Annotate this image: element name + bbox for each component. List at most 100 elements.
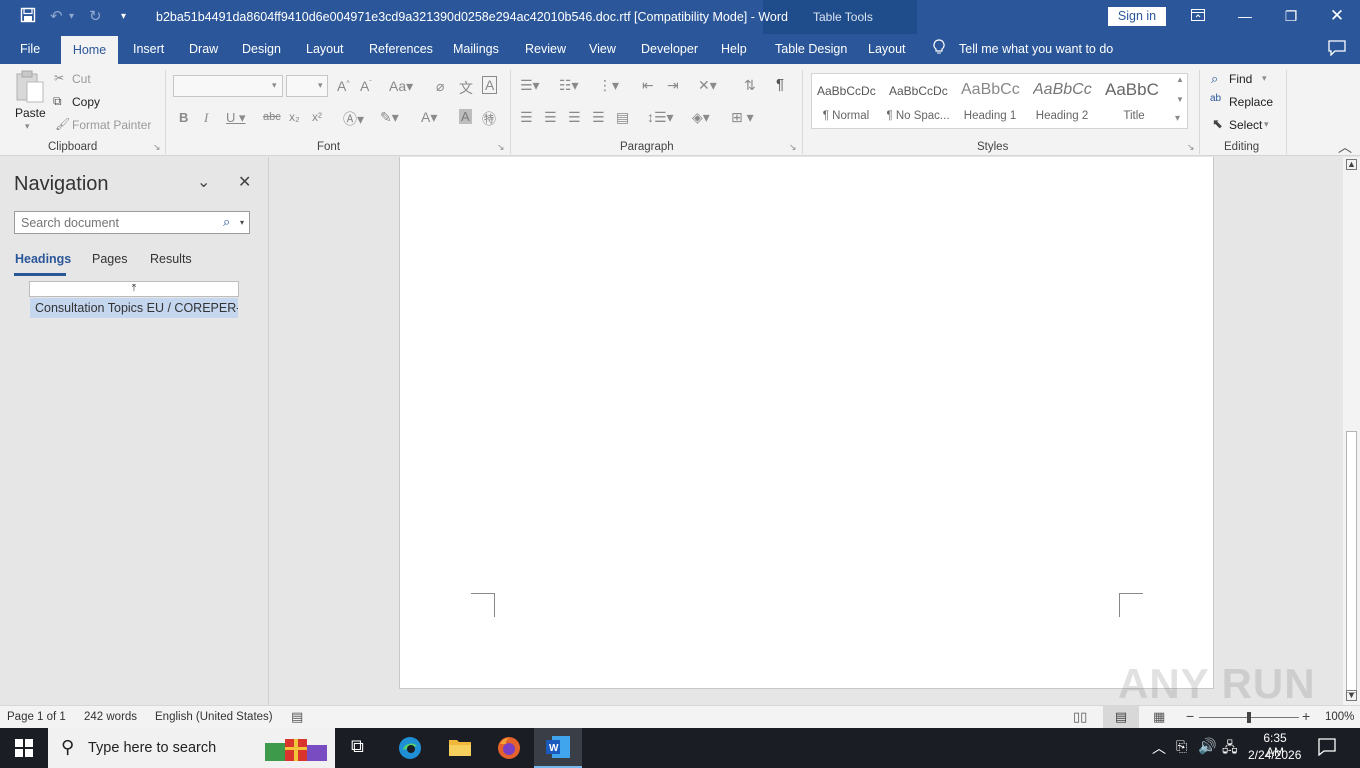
shading-icon[interactable]: ◈▾ [692, 109, 710, 126]
meet-now-icon[interactable]: ⎘ [1176, 738, 1187, 755]
strikethrough-icon[interactable]: abc [263, 111, 281, 123]
styles-launcher-icon[interactable]: ↘ [1187, 142, 1195, 153]
decrease-indent-icon[interactable]: ⇤ [642, 77, 654, 94]
tab-view[interactable]: View [589, 42, 616, 56]
increase-indent-icon[interactable]: ⇥ [667, 77, 679, 94]
format-painter-button[interactable]: Format Painter [72, 118, 151, 132]
search-dropdown-icon[interactable]: ▾ [240, 218, 244, 227]
tab-draw[interactable]: Draw [189, 42, 218, 56]
accessibility-icon[interactable]: ▤ [291, 709, 303, 725]
restore-icon[interactable]: ❐ [1281, 6, 1301, 26]
style-no-spacing[interactable]: AaBbCcDc ¶ No Spac... [885, 76, 951, 126]
zoom-slider-thumb[interactable] [1247, 712, 1251, 723]
bullets-icon[interactable]: ☰▾ [520, 77, 540, 94]
minimize-icon[interactable]: — [1235, 6, 1255, 26]
borders-icon[interactable]: ⊞ ▾ [731, 109, 754, 126]
notifications-icon[interactable] [1318, 738, 1336, 759]
font-name-box[interactable] [173, 75, 283, 97]
collapse-ribbon-icon[interactable]: ︿ [1338, 137, 1352, 157]
search-icon[interactable]: ⌕ [223, 214, 230, 230]
nav-tab-pages[interactable]: Pages [92, 252, 127, 266]
show-hidden-icons-icon[interactable]: ︿ [1152, 738, 1166, 758]
clipboard-launcher-icon[interactable]: ↘ [153, 142, 161, 153]
copy-button[interactable]: Copy [72, 95, 100, 109]
volume-icon[interactable]: 🔊 [1198, 737, 1217, 755]
asian-layout-icon[interactable]: ✕▾ [698, 77, 717, 94]
edge-icon[interactable] [398, 736, 422, 763]
style-normal[interactable]: AaBbCcDc ¶ Normal [813, 76, 879, 126]
zoom-level[interactable]: 100% [1325, 711, 1354, 723]
taskbar-search-box[interactable]: ⚲ Type here to search [48, 728, 335, 768]
clear-formatting-icon[interactable]: ⌀ [436, 78, 444, 95]
task-view-icon[interactable]: ⧉ [351, 736, 364, 757]
scroll-down-icon[interactable]: ▼ [1346, 690, 1357, 701]
phonetic-guide-icon[interactable]: 文 [459, 78, 473, 98]
word-taskbar-button[interactable]: W [534, 728, 582, 768]
font-color-icon[interactable]: A▾ [421, 109, 437, 126]
font-size-dropdown-icon[interactable]: ▾ [318, 80, 323, 91]
sign-in-button[interactable]: Sign in [1108, 7, 1166, 26]
style-heading-2[interactable]: AaBbCc Heading 2 [1029, 76, 1095, 126]
shrink-font-icon[interactable]: Aˇ [360, 78, 372, 94]
undo-icon[interactable]: ↶ [50, 7, 63, 25]
save-icon[interactable] [20, 7, 36, 27]
undo-dropdown-icon[interactable]: ▾ [69, 11, 74, 22]
grow-font-icon[interactable]: A^ [337, 78, 350, 94]
align-center-icon[interactable]: ☰ [544, 109, 557, 126]
search-document-input[interactable] [14, 211, 250, 234]
nav-options-chevron-icon[interactable]: ⌄ [197, 172, 210, 192]
tab-table-layout[interactable]: Layout [868, 42, 906, 56]
font-launcher-icon[interactable]: ↘ [497, 142, 505, 153]
select-button[interactable]: Select [1229, 118, 1262, 132]
style-title[interactable]: AaBbC Title [1101, 76, 1167, 126]
highlight-icon[interactable]: ✎▾ [380, 109, 399, 126]
tab-developer[interactable]: Developer [641, 42, 698, 56]
collapse-headings-bar[interactable]: ⤒ [29, 281, 239, 297]
tab-insert[interactable]: Insert [133, 42, 164, 56]
tab-home[interactable]: Home [61, 36, 118, 64]
cut-button[interactable]: Cut [72, 72, 91, 86]
zoom-out-icon[interactable]: − [1186, 708, 1194, 724]
tab-layout[interactable]: Layout [306, 42, 344, 56]
ribbon-display-options-icon[interactable] [1188, 6, 1208, 26]
select-dropdown-icon[interactable]: ▾ [1264, 119, 1269, 130]
tab-references[interactable]: References [369, 42, 433, 56]
styles-scroll-up-icon[interactable]: ▲ [1176, 75, 1184, 84]
web-layout-icon[interactable]: ▦ [1153, 709, 1165, 725]
distributed-icon[interactable]: ▤ [616, 109, 629, 126]
paste-dropdown-icon[interactable]: ▾ [25, 121, 30, 132]
paste-icon[interactable] [15, 70, 45, 107]
tab-help[interactable]: Help [721, 42, 747, 56]
character-shading-icon[interactable]: A [459, 109, 472, 124]
replace-button[interactable]: Replace [1229, 95, 1273, 109]
text-effects-icon[interactable]: Ⓐ▾ [343, 109, 364, 129]
scroll-thumb[interactable] [1346, 431, 1357, 693]
tab-file[interactable]: File [20, 42, 40, 56]
find-dropdown-icon[interactable]: ▾ [1262, 73, 1267, 84]
nav-tab-headings[interactable]: Headings [15, 252, 71, 266]
align-left-icon[interactable]: ☰ [520, 109, 533, 126]
vertical-scrollbar[interactable]: ▲ ▼ [1343, 157, 1360, 705]
subscript-icon[interactable]: x₂ [289, 110, 300, 124]
file-explorer-icon[interactable] [448, 737, 472, 760]
change-case-icon[interactable]: Aa▾ [389, 78, 413, 95]
justify-icon[interactable]: ☰ [592, 109, 605, 126]
paragraph-launcher-icon[interactable]: ↘ [789, 142, 797, 153]
gift-icon[interactable] [263, 733, 331, 766]
zoom-in-icon[interactable]: + [1302, 708, 1310, 724]
firefox-icon[interactable] [497, 736, 521, 763]
numbering-icon[interactable]: ☷▾ [559, 77, 579, 94]
show-formatting-marks-icon[interactable]: ¶ [776, 76, 784, 93]
read-mode-icon[interactable]: ▯▯ [1073, 709, 1087, 725]
windows-start-icon[interactable] [15, 739, 33, 760]
heading-item[interactable]: Consultation Topics EU / COREPER-... [30, 298, 238, 318]
network-icon[interactable]: 🖧 [1222, 737, 1238, 761]
nav-close-icon[interactable]: ✕ [238, 172, 251, 192]
styles-scroll-down-icon[interactable]: ▼ [1176, 95, 1184, 104]
sort-icon[interactable]: ⇅ [744, 77, 756, 94]
document-page[interactable] [399, 157, 1214, 689]
nav-tab-results[interactable]: Results [150, 252, 192, 266]
style-heading-1[interactable]: AaBbCc Heading 1 [957, 76, 1023, 126]
scroll-up-icon[interactable]: ▲ [1346, 159, 1357, 170]
word-count[interactable]: 242 words [84, 711, 137, 723]
